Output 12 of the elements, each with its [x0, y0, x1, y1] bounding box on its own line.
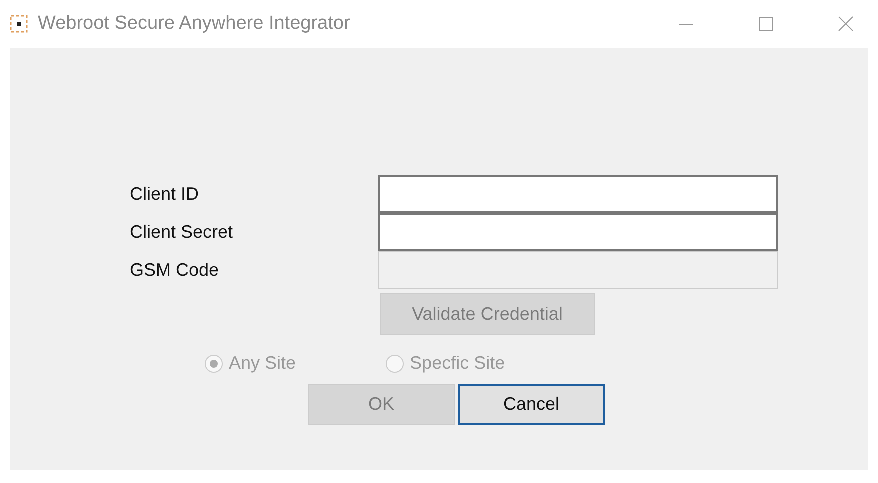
- maximize-icon[interactable]: [758, 16, 774, 32]
- radio-label: Specfic Site: [410, 353, 506, 374]
- field-label: Client Secret: [130, 222, 234, 242]
- close-icon[interactable]: [838, 16, 854, 32]
- input-field[interactable]: [378, 213, 778, 251]
- field-label: GSM Code: [130, 260, 220, 280]
- input-field[interactable]: [378, 175, 778, 213]
- window-title: Webroot Secure Anywhere Integrator: [38, 13, 352, 35]
- radio-label: Any Site: [229, 353, 296, 374]
- app-icon: [10, 15, 28, 33]
- field-label: Client ID: [130, 184, 200, 204]
- dialog-button[interactable]: Cancel: [458, 384, 605, 425]
